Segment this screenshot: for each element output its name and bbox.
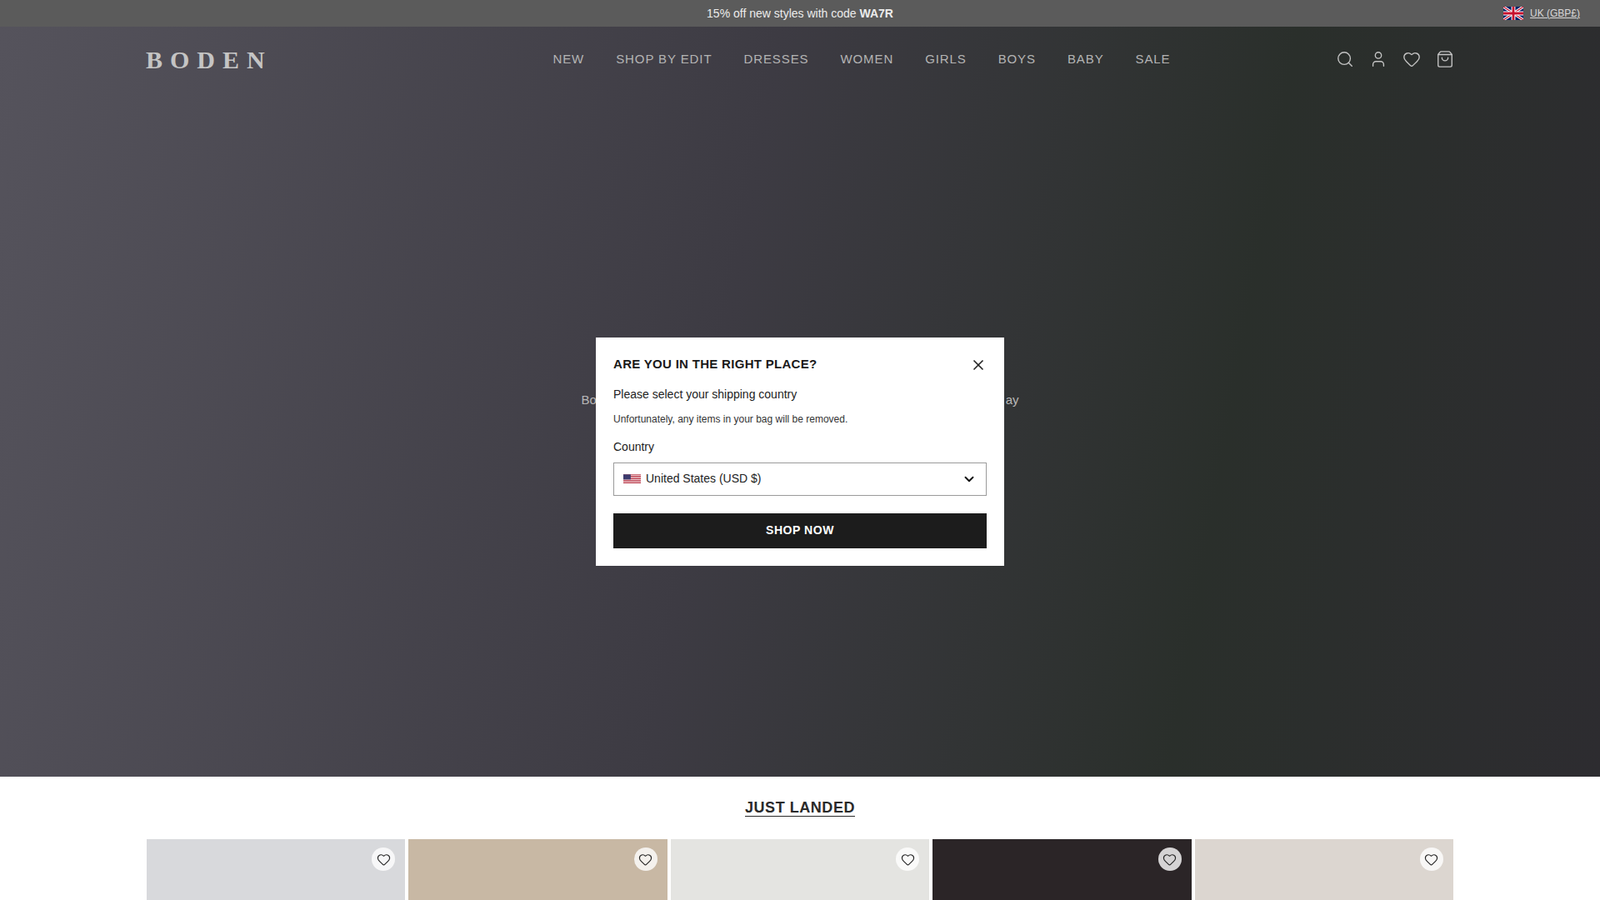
- nav-item[interactable]: DRESSES: [743, 50, 809, 70]
- page: 15% off new styles with code WA7R UK (GBP…: [0, 0, 1600, 900]
- logo[interactable]: BODEN: [145, 40, 305, 79]
- main-nav: NEW SHOP BY EDIT DRESSES WOMEN GIRLS BOYS BABY…: [552, 50, 1170, 70]
- wishlist-button[interactable]: [634, 847, 658, 871]
- heart-icon: [900, 852, 915, 867]
- dialog-title: ARE YOU IN THE RIGHT PLACE?: [613, 355, 818, 375]
- wishlist-button[interactable]: [895, 847, 920, 871]
- nav-item[interactable]: WOMEN: [840, 50, 894, 70]
- nav-item[interactable]: SALE: [1135, 50, 1171, 70]
- product-card[interactable]: [146, 839, 405, 900]
- nav-item[interactable]: NEW: [552, 50, 585, 70]
- wishlist-icon[interactable]: [1402, 50, 1421, 69]
- product-card[interactable]: [1195, 839, 1454, 900]
- heart-icon: [1162, 852, 1177, 867]
- heart-icon: [638, 852, 653, 867]
- close-icon[interactable]: [970, 356, 987, 374]
- promo-text: 15% off new styles with code WA7R: [706, 5, 894, 23]
- hero-text-left: Bo: [581, 390, 597, 410]
- heart-icon: [1424, 852, 1439, 867]
- field-label: Country: [613, 438, 987, 456]
- promo-bar: 15% off new styles with code WA7R UK (GBP…: [0, 0, 1600, 27]
- nav-item[interactable]: BOYS: [998, 50, 1036, 70]
- account-icon[interactable]: [1369, 50, 1388, 69]
- dialog-warning: Unfortunately, any items in your bag wil…: [613, 411, 987, 427]
- country-dialog: ARE YOU IN THE RIGHT PLACE? Please select…: [595, 337, 1005, 566]
- product-card[interactable]: [408, 839, 667, 900]
- chevron-down-icon: [961, 471, 977, 487]
- dialog-prompt: Please select your shipping country: [613, 385, 987, 404]
- product-card[interactable]: [670, 839, 930, 900]
- header: BODEN NEW SHOP BY EDIT DRESSES WOMEN GIRLS BOY…: [145, 26, 1455, 92]
- header-icons: [1335, 50, 1455, 69]
- wishlist-button[interactable]: [1158, 847, 1182, 871]
- shop-now-button[interactable]: SHOP NOW: [613, 513, 987, 549]
- nav-item[interactable]: GIRLS: [925, 50, 967, 70]
- bag-icon[interactable]: [1435, 50, 1455, 69]
- nav-item[interactable]: SHOP BY EDIT: [615, 50, 712, 70]
- hero-text-right: ay: [1005, 390, 1020, 410]
- us-flag-icon: [623, 473, 641, 485]
- region-selector[interactable]: UK (GBP£): [1503, 0, 1580, 27]
- just-landed: JUST LANDED: [0, 776, 1600, 900]
- heart-icon: [376, 852, 391, 867]
- product-grid: [146, 839, 1454, 900]
- wishlist-button[interactable]: [1420, 847, 1444, 871]
- product-card[interactable]: [932, 839, 1191, 900]
- uk-flag-icon: [1503, 6, 1524, 20]
- wishlist-button[interactable]: [371, 847, 395, 871]
- section-title[interactable]: JUST LANDED: [745, 796, 855, 820]
- nav-item[interactable]: BABY: [1067, 50, 1105, 70]
- search-icon[interactable]: [1335, 50, 1355, 69]
- country-select[interactable]: United States (USD $): [613, 462, 987, 496]
